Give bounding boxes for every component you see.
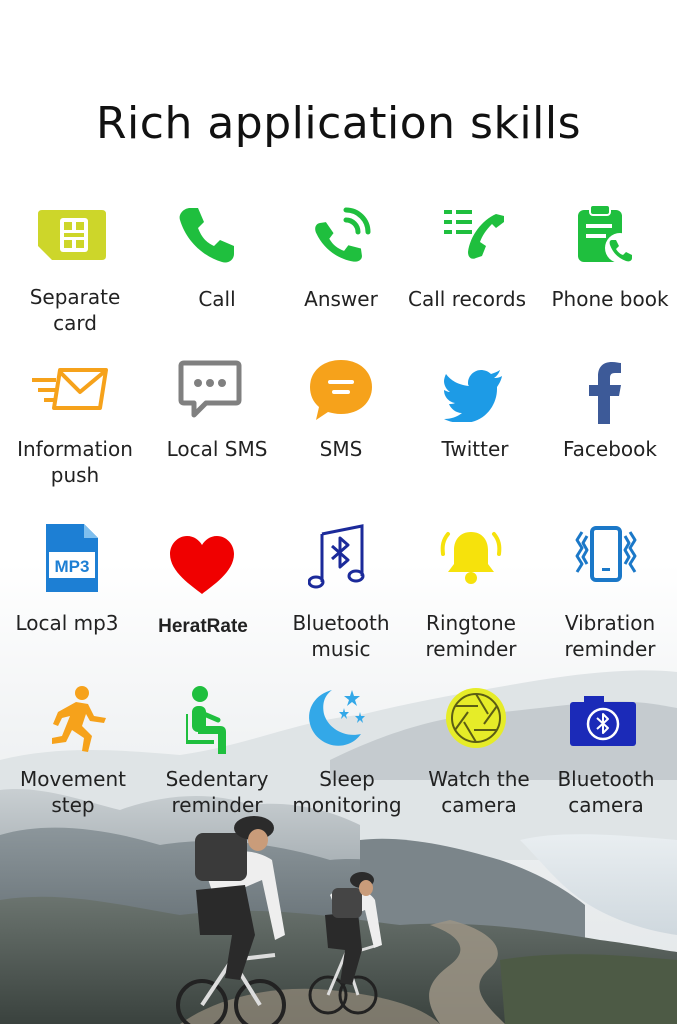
running-man-icon	[48, 686, 108, 759]
page-title: Rich application skills	[95, 98, 582, 149]
bluetooth-music-icon	[307, 524, 366, 595]
vibrating-phone-icon	[574, 526, 638, 589]
label-call-records: Call records	[408, 287, 526, 311]
label-movement-step: Movement step	[20, 767, 126, 817]
sitting-person-icon	[184, 686, 236, 761]
label-heartrate: HeratRate	[158, 616, 248, 637]
aperture-icon	[444, 686, 508, 755]
call-log-icon	[442, 206, 504, 269]
label-phone-book: Phone book	[551, 287, 669, 311]
phone-ringing-icon	[312, 206, 372, 269]
mp3-label: MP3	[55, 557, 90, 576]
mountain-bike-scene	[0, 0, 677, 1024]
label-bluetooth-camera: Bluetooth camera	[557, 767, 655, 817]
label-separate-card: Separate card	[29, 285, 121, 335]
label-local-mp3: Local mp3	[15, 611, 119, 635]
label-vibration-reminder: Vibration reminder	[564, 611, 656, 661]
phone-icon	[178, 206, 236, 269]
label-bluetooth-music: Bluetooth music	[292, 611, 390, 661]
label-ringtone-reminder: Ringtone reminder	[425, 611, 517, 661]
label-information-push: Information push	[17, 437, 133, 487]
label-facebook: Facebook	[563, 437, 657, 461]
twitter-bird-icon	[444, 370, 504, 427]
mp3-file-icon: MP3	[46, 524, 98, 597]
label-sedentary-reminder: Sedentary reminder	[165, 767, 269, 817]
label-sleep-monitoring: Sleep monitoring	[292, 767, 402, 817]
sim-card-icon	[38, 210, 106, 265]
label-twitter: Twitter	[441, 437, 509, 461]
bell-icon	[440, 528, 502, 591]
moon-stars-icon	[304, 688, 370, 755]
chat-bubble-icon	[178, 360, 242, 423]
envelope-fast-icon	[30, 366, 110, 417]
heart-icon	[170, 536, 234, 599]
bluetooth-camera-icon	[570, 694, 636, 753]
label-sms: SMS	[319, 437, 363, 461]
clipboard-phone-icon	[576, 204, 636, 269]
facebook-f-icon	[588, 362, 622, 429]
message-bubble-icon	[308, 358, 374, 427]
